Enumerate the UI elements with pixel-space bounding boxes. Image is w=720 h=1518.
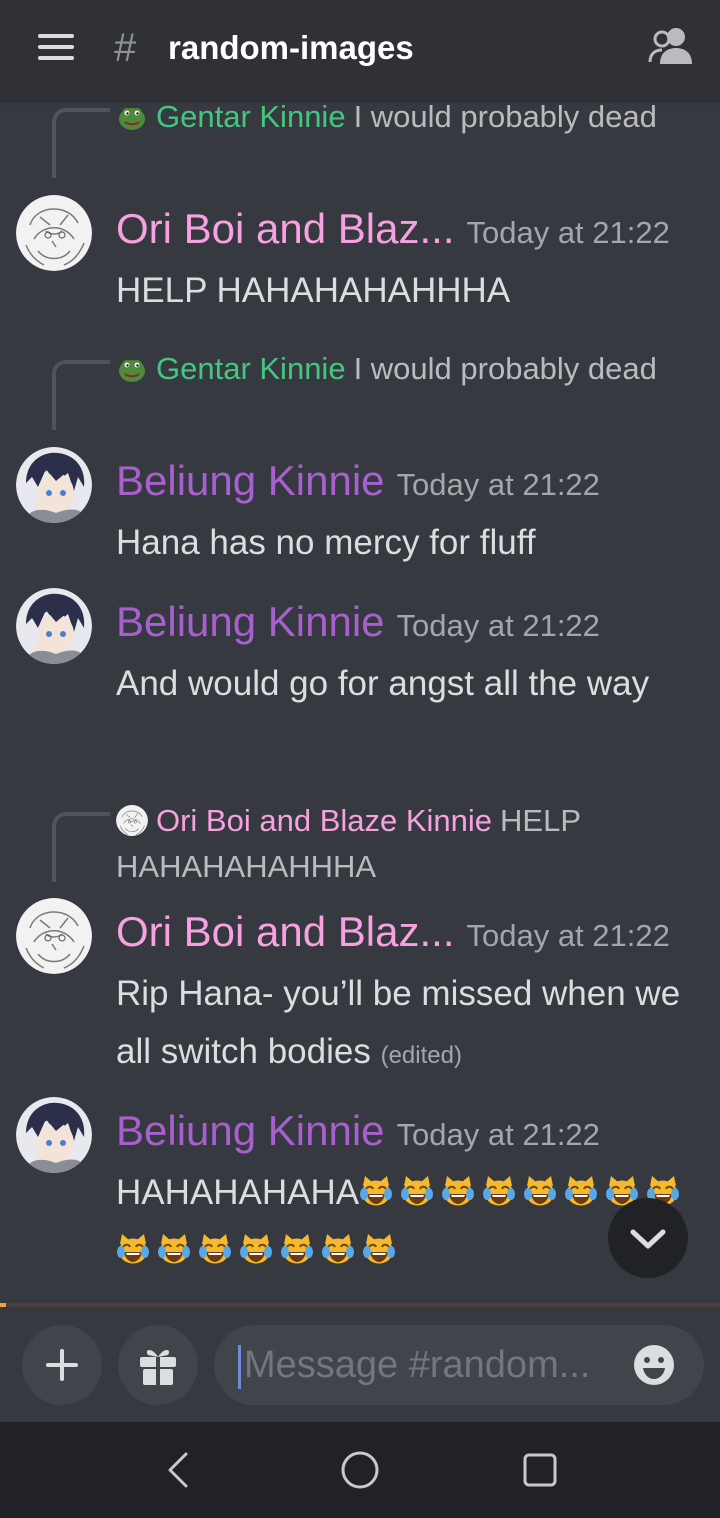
timestamp: Today at 21:22 — [396, 608, 600, 643]
emoji-icon[interactable] — [632, 1343, 676, 1387]
nav-back-icon[interactable] — [158, 1448, 202, 1492]
joy-cat-emoji — [280, 1232, 314, 1266]
text-caret — [238, 1345, 241, 1389]
reply-content: Gentar Kinnie I would probably dead — [116, 100, 676, 140]
timestamp: Today at 21:22 — [466, 215, 670, 250]
author-name[interactable]: Beliung Kinnie — [116, 598, 385, 645]
message-composer: Message #random... — [0, 1307, 720, 1422]
message-header: Beliung Kinnie Today at 21:22 — [116, 1104, 600, 1158]
avatar[interactable] — [16, 447, 92, 523]
author-name[interactable]: Beliung Kinnie — [116, 457, 385, 504]
joy-cat-emoji — [198, 1232, 232, 1266]
channel-title: random-images — [168, 29, 414, 66]
message-text: And would go for angst all the way — [116, 664, 650, 703]
message-header: Ori Boi and Blaz... Today at 21:22 — [116, 202, 670, 256]
gift-button[interactable] — [118, 1325, 198, 1405]
joy-cat-emoji — [116, 1232, 150, 1266]
joy-cat-emoji — [564, 1174, 598, 1208]
joy-cat-emoji — [359, 1174, 393, 1208]
avatar[interactable] — [16, 898, 92, 974]
message-header: Beliung Kinnie Today at 21:22 — [116, 454, 600, 508]
author-name[interactable]: Beliung Kinnie — [116, 1107, 385, 1154]
attach-button[interactable] — [22, 1325, 102, 1405]
author-name[interactable]: Ori Boi and Blaz... — [116, 908, 454, 955]
plus-icon — [46, 1349, 78, 1381]
reply-author[interactable]: Gentar Kinnie — [156, 351, 346, 386]
joy-cat-emoji — [321, 1232, 355, 1266]
reply-text: I would probably dead — [353, 100, 657, 134]
hamburger-icon[interactable] — [38, 34, 74, 60]
author-name[interactable]: Ori Boi and Blaz... — [116, 205, 454, 252]
message-placeholder: Message #random... — [244, 1344, 591, 1386]
reply-connector — [52, 812, 110, 882]
joy-cat-emoji — [441, 1174, 475, 1208]
system-nav-bar — [0, 1422, 720, 1518]
reply-text: I would probably dead — [353, 351, 657, 386]
joy-cat-emoji — [400, 1174, 434, 1208]
timestamp: Today at 21:22 — [396, 1117, 600, 1152]
joy-cat-emoji — [482, 1174, 516, 1208]
hash-icon: # — [114, 26, 137, 70]
nav-home-icon[interactable] — [338, 1448, 382, 1492]
avatar[interactable] — [16, 1097, 92, 1173]
reply-avatar — [116, 352, 148, 384]
message-text: Rip Hana- you’ll be missed when we all s… — [116, 965, 696, 1085]
message-header: Beliung Kinnie Today at 21:22 — [116, 595, 600, 649]
reply-avatar — [116, 100, 148, 132]
joy-cat-emoji — [362, 1232, 396, 1266]
nav-recents-icon[interactable] — [518, 1448, 562, 1492]
chevron-down-icon — [630, 1229, 666, 1249]
avatar[interactable] — [16, 195, 92, 271]
reply-connector — [52, 108, 110, 178]
message-feed[interactable]: Gentar Kinnie I would probably dead Ori B… — [0, 100, 720, 1304]
reply-author[interactable]: Ori Boi and Blaze Kinnie — [156, 803, 492, 838]
reply-connector — [52, 360, 110, 430]
reply-content: Ori Boi and Blaze Kinnie HELP HAHAHAHAHHH… — [116, 798, 676, 890]
timestamp: Today at 21:22 — [466, 918, 670, 953]
timestamp: Today at 21:22 — [396, 467, 600, 502]
reply-avatar — [116, 804, 148, 836]
edited-label: (edited) — [380, 1042, 462, 1069]
jump-to-present-button[interactable] — [608, 1198, 688, 1278]
joy-cat-emoji — [523, 1174, 557, 1208]
channel-header: # random-images — [0, 0, 720, 100]
members-icon[interactable] — [648, 26, 694, 66]
message-text-content: HAHAHAHAHA — [116, 1173, 360, 1212]
message-text: Hana has no mercy for fluff — [116, 523, 536, 562]
reply-author[interactable]: Gentar Kinnie — [156, 100, 346, 134]
joy-cat-emoji — [157, 1232, 191, 1266]
message-header: Ori Boi and Blaz... Today at 21:22 — [116, 905, 670, 959]
reply-content: Gentar Kinnie I would probably dead — [116, 346, 676, 392]
message-input[interactable]: Message #random... — [214, 1325, 704, 1405]
avatar[interactable] — [16, 588, 92, 664]
message-text: HELP HAHAHAHAHHHA — [116, 271, 511, 310]
joy-cat-emoji — [239, 1232, 273, 1266]
gift-icon — [140, 1350, 176, 1385]
